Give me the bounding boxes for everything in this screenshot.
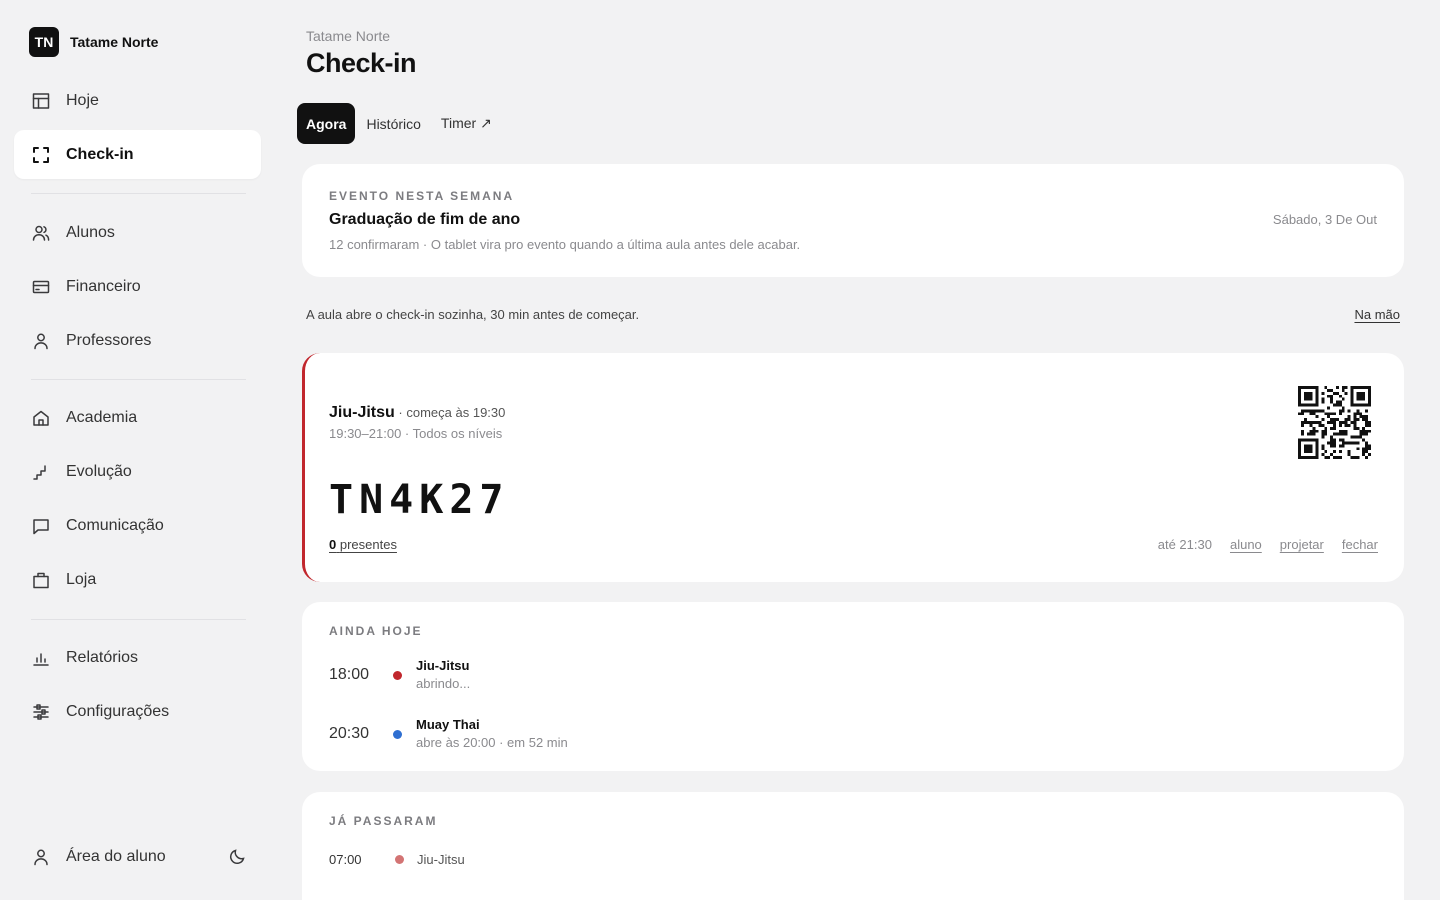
tab-agora[interactable]: Agora bbox=[297, 103, 356, 144]
class-actions: até 21:30 aluno projetar fechar bbox=[1158, 537, 1378, 552]
tab-timer[interactable]: Timer ↗ bbox=[432, 103, 501, 144]
class-heading: Jiu-Jitsu · começa às 19:30 bbox=[329, 404, 505, 422]
event-subtitle: 12 confirmaram · O tablet vira pro event… bbox=[329, 237, 801, 252]
tab-bar: Agora Histórico Timer ↗ bbox=[297, 103, 503, 144]
class-meta: 19:30–21:00 · Todos os níveis bbox=[329, 426, 503, 441]
present-count: 0 bbox=[329, 537, 337, 552]
page-title: Check-in bbox=[306, 48, 417, 78]
event-title: Graduação de fim de ano bbox=[329, 211, 521, 228]
schedule-status: abrindo... bbox=[416, 676, 471, 691]
schedule-status: abre às 20:00 · em 52 min bbox=[416, 735, 568, 750]
present-count-link[interactable]: 0 presentes bbox=[329, 537, 397, 552]
until-time: até 21:30 bbox=[1157, 537, 1212, 552]
past-class-name: Jiu-Jitsu bbox=[417, 852, 465, 867]
present-label: presentes bbox=[339, 537, 397, 552]
today-card: AINDA HOJE 18:00 Jiu-Jitsu abrindo... 20… bbox=[302, 602, 1404, 771]
status-dot bbox=[393, 730, 402, 739]
section-label: EVENTO NESTA SEMANA bbox=[329, 189, 515, 203]
schedule-class-name: Muay Thai bbox=[416, 717, 480, 732]
event-card: EVENTO NESTA SEMANA Graduação de fim de … bbox=[302, 164, 1404, 277]
checkin-code: TN4K27 bbox=[329, 477, 510, 523]
notice-text: A aula abre o check-in sozinha, 30 min a… bbox=[306, 307, 640, 322]
projetar-link[interactable]: projetar bbox=[1280, 537, 1324, 552]
class-start: · começa às 19:30 bbox=[398, 405, 506, 420]
section-label: JÁ PASSARAM bbox=[329, 814, 438, 828]
schedule-time: 20:30 bbox=[329, 725, 370, 742]
schedule-time: 18:00 bbox=[329, 666, 370, 683]
manual-link[interactable]: Na mão bbox=[1354, 307, 1400, 322]
event-date: Sábado, 3 De Out bbox=[1272, 212, 1377, 227]
schedule-row[interactable]: 20:30 Muay Thai abre às 20:00 · em 52 mi… bbox=[329, 717, 568, 750]
past-class-row[interactable]: 07:00 Jiu-Jitsu bbox=[329, 852, 465, 867]
current-class-card: Jiu-Jitsu · começa às 19:30 19:30–21:00 … bbox=[302, 353, 1404, 582]
schedule-class-name: Jiu-Jitsu bbox=[416, 658, 470, 673]
qr-modules bbox=[1298, 386, 1371, 459]
tab-historico[interactable]: Histórico bbox=[357, 103, 429, 144]
status-dot bbox=[393, 671, 402, 680]
breadcrumb: Tatame Norte bbox=[306, 28, 391, 44]
past-classes-card: JÁ PASSARAM 07:00 Jiu-Jitsu bbox=[302, 792, 1404, 900]
section-label: AINDA HOJE bbox=[329, 624, 423, 638]
qr-code bbox=[1298, 386, 1371, 459]
status-dot bbox=[395, 855, 404, 864]
schedule-row[interactable]: 18:00 Jiu-Jitsu abrindo... bbox=[329, 658, 470, 691]
main-content: Tatame Norte Check-in Agora Histórico Ti… bbox=[0, 0, 1440, 900]
past-class-time: 07:00 bbox=[329, 852, 362, 867]
aluno-link[interactable]: aluno bbox=[1230, 537, 1262, 552]
fechar-link[interactable]: fechar bbox=[1342, 537, 1378, 552]
class-name: Jiu-Jitsu bbox=[329, 404, 395, 421]
